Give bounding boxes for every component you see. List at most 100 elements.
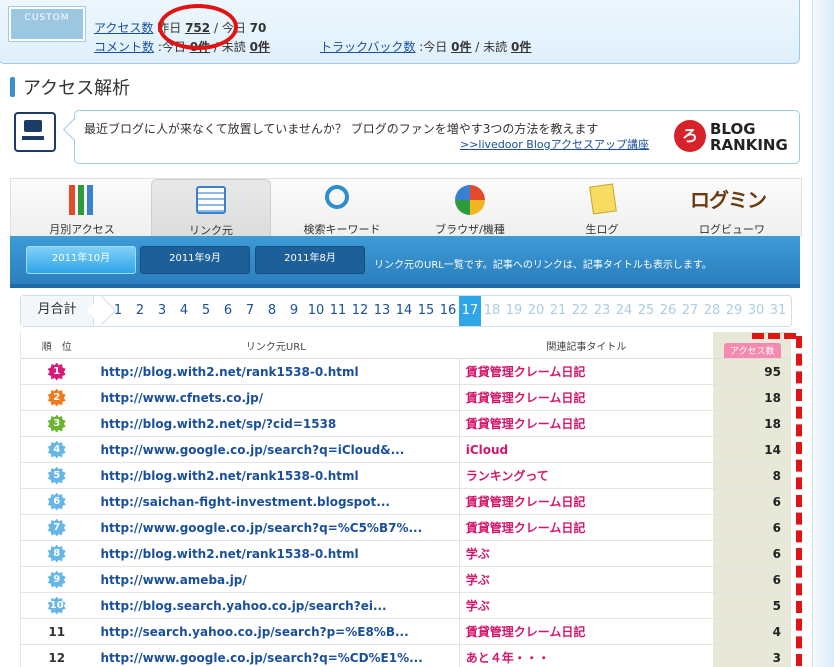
- day-12[interactable]: 12: [349, 296, 371, 326]
- rank-number: 2: [53, 391, 61, 403]
- rank-cell: 2: [21, 384, 93, 411]
- highlight-dash-column: [782, 336, 802, 666]
- logo-icon: ログミン: [690, 188, 767, 212]
- access-count: 95: [713, 358, 791, 385]
- article-title-link[interactable]: あと４年・・・: [459, 644, 714, 667]
- referrer-url-link[interactable]: http://saichan-fight-investment.blogspot…: [92, 488, 460, 515]
- article-title-link[interactable]: 賃貸管理クレーム日記: [459, 488, 714, 515]
- blog-ranking-banner[interactable]: ろ BLOG RANKING: [674, 120, 788, 154]
- day-selector: 月合計 1 2 3 4 5 6 7 8 9 10 11 12 13 14 15 16 17 18 19 20 21 22 2…: [20, 295, 792, 327]
- tb-today-label: 今日: [423, 40, 448, 54]
- article-title-link[interactable]: 学ぶ: [459, 566, 714, 593]
- access-count: 4: [713, 618, 791, 645]
- article-title-link[interactable]: 賃貸管理クレーム日記: [459, 384, 714, 411]
- day-25: 25: [637, 303, 655, 318]
- comment-count-link[interactable]: コメント数: [94, 40, 154, 54]
- article-title-link[interactable]: iCloud: [459, 436, 714, 463]
- blog-ranking-logo-icon: ろ: [674, 120, 706, 152]
- table-row: 8 http://blog.with2.net/rank1538-0.html 学ぶ…: [21, 540, 791, 567]
- rank-header: 順 位: [21, 332, 93, 359]
- rank-number: 12: [48, 650, 66, 665]
- month-button-aug[interactable]: 2011年8月: [255, 246, 365, 274]
- day-10[interactable]: 10: [305, 296, 327, 326]
- article-title-link[interactable]: 賃貸管理クレーム日記: [459, 618, 714, 645]
- tab-browser[interactable]: ブラウザ/機種: [411, 179, 529, 237]
- table-row: 3 http://blog.with2.net/sp/?cid=1538 賃貸管理ク…: [21, 410, 791, 437]
- url-header: リンク元URL: [92, 332, 460, 359]
- referrer-url-link[interactable]: http://blog.with2.net/rank1538-0.html: [92, 358, 460, 385]
- magnifier-icon: [324, 185, 349, 209]
- trackback-stats: トラックバック数 :今日 0件 / 未読 0件: [320, 40, 532, 54]
- article-title-link[interactable]: 賃貸管理クレーム日記: [459, 358, 714, 385]
- referrer-url-link[interactable]: http://blog.with2.net/sp/?cid=1538: [92, 410, 460, 437]
- referrer-url-link[interactable]: http://search.yahoo.co.jp/search?p=%E8%B…: [92, 618, 460, 645]
- rank-number: 9: [53, 573, 61, 585]
- table-row: 5 http://blog.with2.net/rank1538-0.html ラン…: [21, 462, 791, 489]
- article-title-link[interactable]: 学ぶ: [459, 540, 714, 567]
- referrer-url-link[interactable]: http://blog.search.yahoo.co.jp/search?ei…: [92, 592, 460, 619]
- day-15[interactable]: 15: [415, 296, 437, 326]
- comment-unread-value[interactable]: 0件: [250, 40, 270, 54]
- referrer-url-link[interactable]: http://www.cfnets.co.jp/: [92, 384, 460, 411]
- referrer-url-link[interactable]: http://www.ameba.jp/: [92, 566, 460, 593]
- promo-text: 最近ブログに人が来なくて放置していませんか？ ブログのファンを増やす3つの方法を…: [84, 122, 599, 136]
- day-4[interactable]: 4: [173, 296, 195, 326]
- title-header: 関連記事タイトル: [459, 332, 714, 359]
- tab-search-keyword[interactable]: 検索キーワード: [283, 179, 401, 237]
- tab-referrer[interactable]: リンク元: [151, 179, 271, 238]
- day-30: 30: [747, 303, 765, 318]
- tab-log-viewer[interactable]: ログミン ログビューワ: [673, 179, 791, 237]
- access-count-link[interactable]: アクセス数: [94, 21, 153, 35]
- referrer-url-link[interactable]: http://blog.with2.net/rank1538-0.html: [92, 462, 460, 489]
- day-14[interactable]: 14: [393, 296, 415, 326]
- month-button-sep[interactable]: 2011年9月: [140, 246, 250, 274]
- referrer-url-link[interactable]: http://blog.with2.net/rank1538-0.html: [92, 540, 460, 567]
- tab-monthly-access[interactable]: 月別アクセス: [23, 179, 141, 237]
- day-7[interactable]: 7: [239, 296, 261, 326]
- day-9[interactable]: 9: [283, 296, 305, 326]
- tb-unread-value[interactable]: 0件: [511, 40, 531, 54]
- rank-badge-icon: 8: [48, 545, 66, 563]
- day-1[interactable]: 1: [107, 296, 129, 326]
- trackback-count-link[interactable]: トラックバック数: [320, 40, 415, 54]
- rank-cell: 4: [21, 436, 93, 463]
- day-26: 26: [659, 303, 677, 318]
- month-total-tab[interactable]: 月合計: [21, 296, 94, 326]
- table-row: 9 http://www.ameba.jp/学ぶ 6: [21, 566, 791, 593]
- day-2[interactable]: 2: [129, 296, 151, 326]
- link-list-icon: [196, 186, 226, 214]
- rank-cell: 12: [21, 644, 93, 667]
- tab-raw-log[interactable]: 生ログ: [543, 179, 661, 237]
- rank-badge-icon: 10: [48, 597, 66, 615]
- day-list: 1 2 3 4 5 6 7 8 9 10 11 12 13 14 15 16 17 18 19 20 21 22 23 24 2…: [107, 296, 789, 326]
- blog-ranking-line2: RANKING: [710, 136, 788, 154]
- day-8[interactable]: 8: [261, 296, 283, 326]
- note-icon: [589, 183, 617, 215]
- promo-link[interactable]: >>livedoor Blogアクセスアップ講座: [460, 136, 649, 152]
- article-title-link[interactable]: 学ぶ: [459, 592, 714, 619]
- rank-number: 4: [53, 443, 61, 455]
- access-count: 18: [713, 384, 791, 411]
- article-title-link[interactable]: 賃貸管理クレーム日記: [459, 514, 714, 541]
- month-button-oct[interactable]: 2011年10月: [26, 246, 136, 274]
- article-title-link[interactable]: 賃貸管理クレーム日記: [459, 410, 714, 437]
- day-20: 20: [527, 303, 545, 318]
- day-3[interactable]: 3: [151, 296, 173, 326]
- day-5[interactable]: 5: [195, 296, 217, 326]
- day-17[interactable]: 17: [459, 296, 481, 326]
- article-title-link[interactable]: ランキングって: [459, 462, 714, 489]
- rank-number: 5: [53, 469, 61, 481]
- rank-number: 11: [48, 624, 66, 639]
- referrer-url-link[interactable]: http://www.google.co.jp/search?q=iCloud&…: [92, 436, 460, 463]
- day-6[interactable]: 6: [217, 296, 239, 326]
- referrer-url-link[interactable]: http://www.google.co.jp/search?q=%C5%B7%…: [92, 514, 460, 541]
- table-row: 12 http://www.google.co.jp/search?q=%CD%E…: [21, 644, 791, 667]
- day-11[interactable]: 11: [327, 296, 349, 326]
- tb-today-value[interactable]: 0件: [451, 40, 471, 54]
- day-13[interactable]: 13: [371, 296, 393, 326]
- analysis-tabs: 月別アクセス リンク元 検索キーワード ブラウザ/機種 生ログ ログミン ログビ…: [10, 178, 802, 238]
- page-scrollbar[interactable]: [812, 0, 834, 667]
- day-16[interactable]: 16: [437, 296, 459, 326]
- referrer-url-link[interactable]: http://www.google.co.jp/search?q=%CD%E1%…: [92, 644, 460, 667]
- table-row: 11 http://search.yahoo.co.jp/search?p=%E8…: [21, 618, 791, 645]
